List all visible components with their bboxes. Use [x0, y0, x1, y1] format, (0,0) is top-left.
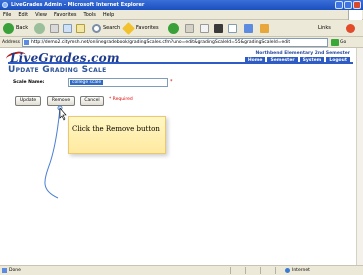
mouse-cursor-icon: [59, 107, 67, 121]
address-bar: Address http://demo2.citymsh.net/onlineg…: [0, 37, 363, 48]
maximize-button[interactable]: [344, 1, 352, 9]
messenger-icon[interactable]: [260, 24, 269, 33]
browser-window: LiveGrades Admin - Microsoft Internet Ex…: [0, 0, 363, 275]
menu-edit[interactable]: Edit: [18, 10, 28, 19]
status-page-icon: [2, 268, 7, 273]
security-zone: Internet: [292, 268, 310, 273]
address-input[interactable]: http://demo2.citymsh.net/onlinegradebook…: [22, 38, 328, 47]
forward-icon[interactable]: [34, 23, 45, 34]
home-icon[interactable]: [76, 24, 85, 33]
toolbar-extra-icon[interactable]: [346, 24, 355, 33]
status-text: Done: [9, 268, 21, 273]
favorites-star-icon[interactable]: [122, 22, 135, 35]
ie-icon: [2, 2, 8, 8]
print-icon[interactable]: [214, 24, 223, 33]
pointer-trail: [44, 105, 67, 199]
back-label[interactable]: Back: [16, 25, 28, 32]
back-icon[interactable]: [3, 23, 14, 34]
page-content: LiveGrades.com Northbend Elementary 2nd …: [0, 48, 356, 265]
windows-logo-icon: [348, 10, 362, 20]
refresh-icon[interactable]: [63, 24, 72, 33]
menu-bar: File Edit View Favorites Tools Help: [0, 10, 363, 20]
internet-globe-icon: [285, 268, 290, 273]
search-label[interactable]: Search: [103, 25, 120, 32]
edit-icon[interactable]: [228, 24, 237, 33]
mail-icon[interactable]: [200, 24, 209, 33]
menu-help[interactable]: Help: [103, 10, 114, 19]
menu-view[interactable]: View: [35, 10, 47, 19]
go-button[interactable]: Go: [340, 40, 346, 45]
pointer-trail-path: [44, 107, 61, 199]
vertical-scrollbar[interactable]: [356, 48, 363, 265]
media-icon[interactable]: [168, 23, 179, 34]
search-icon[interactable]: [92, 24, 101, 33]
status-divider: [245, 267, 246, 274]
status-divider: [275, 267, 276, 274]
status-bar: Done Internet: [0, 265, 363, 275]
status-divider: [260, 267, 261, 274]
minimize-button[interactable]: [335, 1, 343, 9]
toolbar: Back Search Favorites Links: [0, 20, 363, 37]
stop-icon[interactable]: [50, 24, 59, 33]
window-title: LiveGrades Admin - Microsoft Internet Ex…: [11, 2, 145, 8]
page-icon: [24, 40, 29, 45]
menu-tools[interactable]: Tools: [84, 10, 96, 19]
close-button[interactable]: [353, 1, 361, 9]
menu-favorites[interactable]: Favorites: [54, 10, 77, 19]
go-arrow-icon[interactable]: [331, 39, 339, 46]
discuss-icon[interactable]: [244, 24, 253, 33]
favorites-label[interactable]: Favorites: [136, 25, 159, 32]
history-icon[interactable]: [185, 24, 194, 33]
status-divider: [230, 267, 231, 274]
menu-file[interactable]: File: [3, 10, 11, 19]
links-label[interactable]: Links: [318, 25, 331, 32]
address-url: http://demo2.citymsh.net/onlinegradebook…: [31, 40, 291, 45]
title-bar: LiveGrades Admin - Microsoft Internet Ex…: [0, 0, 363, 10]
address-label: Address: [2, 40, 20, 45]
